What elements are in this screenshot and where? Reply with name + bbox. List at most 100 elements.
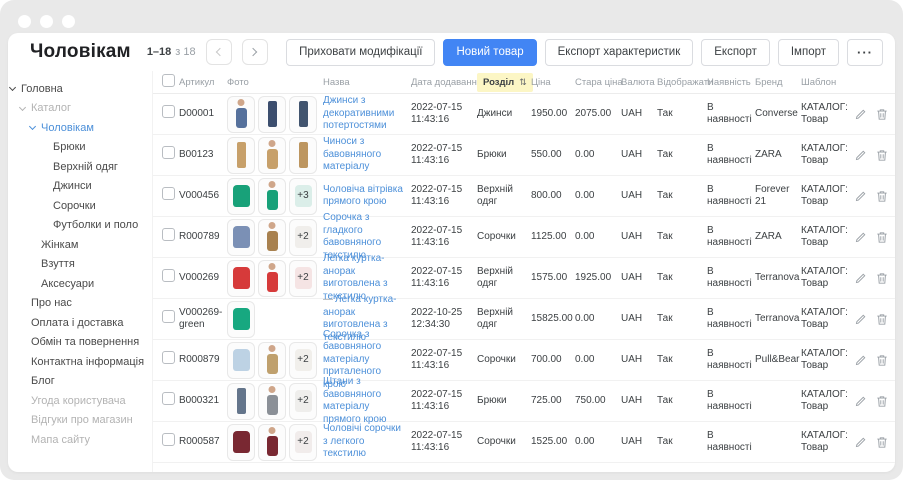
chevron-down-icon <box>9 84 16 91</box>
col-header-date[interactable]: Дата додавання <box>411 77 477 88</box>
export-characteristics-button[interactable]: Експорт характеристик <box>545 39 694 66</box>
window-maximize-icon[interactable] <box>62 15 75 28</box>
product-photo-more: +2 <box>289 342 317 379</box>
sidebar-item[interactable]: Чоловікам <box>8 118 152 138</box>
delete-icon[interactable] <box>876 190 888 203</box>
sidebar-item[interactable]: Мапа сайту <box>8 430 152 450</box>
edit-icon[interactable] <box>855 149 867 161</box>
table-header-row: Артикул Фото Назва Дата додавання Розділ… <box>153 71 895 94</box>
product-sku: V000456 <box>179 190 227 203</box>
row-checkbox[interactable] <box>162 105 175 118</box>
select-all-checkbox[interactable] <box>162 74 175 87</box>
col-header-availability[interactable]: Наявність <box>707 77 755 88</box>
delete-icon[interactable] <box>876 436 888 449</box>
delete-icon[interactable] <box>876 313 888 326</box>
window-minimize-icon[interactable] <box>40 15 53 28</box>
edit-icon[interactable] <box>855 108 867 120</box>
product-availability: В наявності <box>707 184 755 209</box>
edit-icon[interactable] <box>855 190 867 202</box>
edit-icon[interactable] <box>855 313 867 325</box>
product-name-link[interactable]: Джинси з декоративними потертостями <box>323 95 394 131</box>
sidebar-item[interactable]: Каталог <box>8 99 152 119</box>
sidebar-item[interactable]: Брюки <box>8 138 152 158</box>
col-header-template[interactable]: Шаблон <box>801 77 855 88</box>
col-header-category-sorted[interactable]: Розділ ⇅ <box>477 73 533 92</box>
sidebar-item[interactable]: Обмін та повернення <box>8 333 152 353</box>
col-header-price[interactable]: Ціна <box>531 77 575 88</box>
hide-modifications-button[interactable]: Приховати модифікації <box>286 39 435 66</box>
product-photos <box>227 96 323 133</box>
sidebar-item[interactable]: Відгуки про магазин <box>8 411 152 431</box>
edit-icon[interactable] <box>855 436 867 448</box>
sidebar-item[interactable]: Джинси <box>8 177 152 197</box>
next-page-button[interactable] <box>242 39 268 65</box>
row-checkbox[interactable] <box>162 146 175 159</box>
col-header-old-price[interactable]: Стара ціна <box>575 77 621 88</box>
more-actions-button[interactable]: ··· <box>847 39 883 66</box>
sidebar-item[interactable]: Угода користувача <box>8 391 152 411</box>
col-header-currency[interactable]: Валюта <box>621 77 657 88</box>
window-close-icon[interactable] <box>18 15 31 28</box>
sidebar-item[interactable]: Головна <box>8 79 152 99</box>
sidebar-item[interactable]: Блог <box>8 372 152 392</box>
row-checkbox[interactable] <box>162 269 175 282</box>
product-name-link[interactable]: Чоловічі сорочки з легкого текстилю <box>323 423 401 459</box>
sidebar-item-label: Контактна інформація <box>31 356 144 368</box>
import-button[interactable]: Імпорт <box>778 39 839 66</box>
edit-icon[interactable] <box>855 272 867 284</box>
product-old-price: 750.00 <box>575 395 621 408</box>
edit-icon[interactable] <box>855 395 867 407</box>
sidebar-item[interactable]: Верхній одяг <box>8 157 152 177</box>
product-old-price: 0.00 <box>575 313 621 326</box>
product-name-link[interactable]: Чиноси з бавовняного матеріалу <box>323 136 381 172</box>
sidebar-item[interactable]: Оплата і доставка <box>8 313 152 333</box>
sidebar-item[interactable]: Взуття <box>8 255 152 275</box>
delete-icon[interactable] <box>876 272 888 285</box>
sidebar-item[interactable]: Контактна інформація <box>8 352 152 372</box>
row-checkbox[interactable] <box>162 228 175 241</box>
col-header-display[interactable]: Відображати <box>657 77 707 88</box>
sidebar-item[interactable]: Футболки и поло <box>8 216 152 236</box>
prev-page-button[interactable] <box>206 39 232 65</box>
delete-icon[interactable] <box>876 231 888 244</box>
product-display: Так <box>657 436 707 449</box>
edit-icon[interactable] <box>855 354 867 366</box>
delete-icon[interactable] <box>876 149 888 162</box>
col-header-brand[interactable]: Бренд <box>755 77 801 88</box>
sidebar-item-label: Оплата і доставка <box>31 317 123 329</box>
product-name-link[interactable]: Штани з бавовняного матеріалу прямого кр… <box>323 376 386 425</box>
product-display: Так <box>657 190 707 203</box>
sidebar-item-label: Аксесуари <box>41 278 94 290</box>
product-name-link[interactable]: Чоловіча вітрівка прямого крою <box>323 184 403 208</box>
product-price: 1950.00 <box>531 108 575 121</box>
export-button[interactable]: Експорт <box>701 39 770 66</box>
product-currency: UAH <box>621 149 657 162</box>
row-checkbox[interactable] <box>162 187 175 200</box>
row-checkbox[interactable] <box>162 392 175 405</box>
sidebar-item[interactable]: Сорочки <box>8 196 152 216</box>
product-name-prefix: — <box>323 294 333 305</box>
table-row: V000269-green —Легка куртка-анорак вигот… <box>153 299 895 340</box>
product-photo <box>258 96 286 133</box>
delete-icon[interactable] <box>876 395 888 408</box>
row-checkbox[interactable] <box>162 433 175 446</box>
product-photo <box>289 96 317 133</box>
delete-icon[interactable] <box>876 354 888 367</box>
col-header-sku[interactable]: Артикул <box>179 77 227 88</box>
sidebar-item[interactable]: Аксесуари <box>8 274 152 294</box>
row-checkbox[interactable] <box>162 351 175 364</box>
col-header-name[interactable]: Назва <box>323 77 411 88</box>
delete-icon[interactable] <box>876 108 888 121</box>
col-header-photo[interactable]: Фото <box>227 77 323 88</box>
row-checkbox[interactable] <box>162 310 175 323</box>
product-date: 2022-07-15 11:43:16 <box>411 430 477 455</box>
sidebar-item[interactable]: Про нас <box>8 294 152 314</box>
product-category: Сорочки <box>477 436 531 449</box>
new-product-button[interactable]: Новий товар <box>443 39 536 66</box>
edit-icon[interactable] <box>855 231 867 243</box>
product-photo <box>258 137 286 174</box>
product-availability: В наявності <box>707 266 755 291</box>
product-date: 2022-07-15 11:43:16 <box>411 225 477 250</box>
sidebar-item[interactable]: Жінкам <box>8 235 152 255</box>
product-template: КАТАЛОГ: Товар <box>801 184 855 209</box>
